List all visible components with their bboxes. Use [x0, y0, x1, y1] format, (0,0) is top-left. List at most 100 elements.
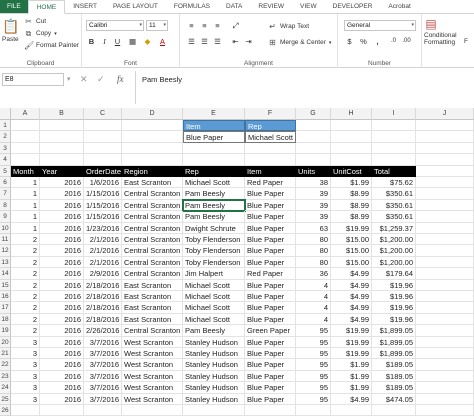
format-painter-button[interactable]: 🖌 Format Painter [24, 41, 79, 50]
table-cell[interactable]: 2/18/2016 [84, 291, 122, 303]
row-header[interactable]: 1 [0, 120, 11, 132]
table-cell[interactable]: 4 [296, 302, 331, 314]
grid-cell[interactable] [183, 154, 245, 166]
selected-cell[interactable]: Pam Beesly [182, 198, 246, 213]
table-cell[interactable]: Blue Paper [245, 222, 296, 234]
table-cell[interactable]: $15.00 [331, 256, 372, 269]
table-cell[interactable]: 1/23/2016 [84, 222, 122, 234]
table-cell[interactable]: $189.05 [372, 382, 416, 394]
table-cell[interactable]: Blue Paper [245, 279, 296, 291]
table-cell[interactable]: 3 [11, 359, 40, 371]
row-header[interactable]: 10 [0, 222, 11, 234]
row-header[interactable]: 26 [0, 405, 11, 417]
row-header[interactable]: 3 [0, 142, 11, 155]
grid-cell[interactable] [416, 302, 474, 314]
table-header-cell[interactable]: Item [245, 165, 296, 177]
table-cell[interactable]: West Scranton [122, 382, 183, 394]
table-cell[interactable]: $19.96 [372, 291, 416, 303]
table-cell[interactable]: 1 [11, 199, 40, 212]
table-cell[interactable]: 39 [296, 188, 331, 200]
row-header[interactable]: 24 [0, 382, 11, 394]
table-cell[interactable]: 3 [11, 348, 40, 360]
table-cell[interactable]: 2/1/2016 [84, 245, 122, 257]
table-cell[interactable]: 2 [11, 268, 40, 280]
grid-cell[interactable] [245, 405, 296, 417]
merge-center-button[interactable]: ⊞ Merge & Center ▾ [268, 38, 331, 47]
table-cell[interactable]: East Scranton [122, 302, 183, 314]
grid-cell[interactable] [183, 405, 245, 417]
increase-indent-icon[interactable]: ⇥ [243, 36, 254, 47]
row-header[interactable]: 5 [0, 165, 11, 177]
table-cell[interactable]: Toby Flenderson [183, 245, 245, 257]
table-cell[interactable]: 1 [11, 188, 40, 200]
table-cell[interactable]: 2016 [40, 177, 84, 189]
table-cell[interactable]: 4 [296, 279, 331, 291]
table-cell[interactable]: 2016 [40, 291, 84, 303]
row-header[interactable]: 6 [0, 177, 11, 189]
table-cell[interactable]: Stanley Hudson [183, 359, 245, 371]
enter-icon[interactable]: ✓ [97, 73, 105, 86]
table-cell[interactable]: Green Paper [245, 325, 296, 337]
table-cell[interactable]: 2016 [40, 234, 84, 246]
table-cell[interactable]: $350.61 [372, 199, 416, 212]
table-cell[interactable]: West Scranton [122, 393, 183, 405]
currency-button[interactable]: $ [344, 36, 355, 47]
grid-cell[interactable] [416, 154, 474, 166]
table-cell[interactable]: 1/15/2016 [84, 188, 122, 200]
table-header-cell[interactable]: Month [11, 165, 40, 177]
table-cell[interactable]: $4.99 [331, 268, 372, 280]
table-cell[interactable]: $1,200.00 [372, 245, 416, 257]
table-cell[interactable]: 39 [296, 199, 331, 212]
table-cell[interactable]: $8.99 [331, 211, 372, 223]
align-top-icon[interactable]: ≡ [186, 20, 197, 31]
table-cell[interactable]: Blue Paper [245, 211, 296, 223]
lookup-rep-value[interactable]: Michael Scott [245, 131, 296, 143]
table-header-cell[interactable]: Total [372, 165, 416, 177]
table-cell[interactable]: 3/7/2016 [84, 348, 122, 360]
table-cell[interactable]: $4.99 [331, 302, 372, 314]
table-cell[interactable]: 2/18/2016 [84, 279, 122, 291]
table-cell[interactable]: $474.05 [372, 393, 416, 405]
table-cell[interactable]: 3/7/2016 [84, 370, 122, 383]
table-cell[interactable]: 2016 [40, 199, 84, 212]
table-cell[interactable]: 2 [11, 256, 40, 269]
table-cell[interactable]: 2016 [40, 393, 84, 405]
table-cell[interactable]: 3 [11, 393, 40, 405]
table-cell[interactable]: $15.00 [331, 234, 372, 246]
table-cell[interactable]: 2 [11, 291, 40, 303]
table-cell[interactable]: Blue Paper [245, 313, 296, 326]
grid-cell[interactable] [416, 268, 474, 280]
format-as-table-button[interactable]: F [464, 38, 468, 45]
grid-cell[interactable] [372, 120, 416, 132]
table-header-cell[interactable]: Units [296, 165, 331, 177]
table-cell[interactable]: 2 [11, 325, 40, 337]
table-cell[interactable]: Michael Scott [183, 177, 245, 189]
row-header[interactable]: 21 [0, 348, 11, 360]
table-cell[interactable]: Pam Beesly [183, 188, 245, 200]
grid-cell[interactable] [122, 142, 183, 155]
grid-cell[interactable] [416, 256, 474, 269]
table-cell[interactable]: 2/18/2016 [84, 302, 122, 314]
grid-cell[interactable] [84, 120, 122, 132]
table-cell[interactable]: Blue Paper [245, 393, 296, 405]
row-header[interactable]: 23 [0, 370, 11, 383]
table-cell[interactable]: Red Paper [245, 177, 296, 189]
grid-cell[interactable] [40, 142, 84, 155]
table-cell[interactable]: Central Scranton [122, 256, 183, 269]
table-cell[interactable]: $1,200.00 [372, 256, 416, 269]
grid-cell[interactable] [416, 393, 474, 405]
table-cell[interactable]: West Scranton [122, 370, 183, 383]
orientation-icon[interactable]: ⤢ [230, 20, 241, 31]
copy-button[interactable]: ⧉ Copy ▾ [24, 29, 57, 38]
table-cell[interactable]: Central Scranton [122, 234, 183, 246]
table-cell[interactable]: 2016 [40, 188, 84, 200]
table-cell[interactable]: $8.99 [331, 188, 372, 200]
grid-cell[interactable] [11, 405, 40, 417]
table-cell[interactable]: 2016 [40, 268, 84, 280]
tab-insert[interactable]: INSERT [65, 0, 105, 13]
table-cell[interactable]: 3/7/2016 [84, 336, 122, 348]
cut-button[interactable]: ✂ Cut [24, 17, 46, 26]
row-header[interactable]: 13 [0, 256, 11, 269]
table-cell[interactable]: 95 [296, 393, 331, 405]
table-cell[interactable]: $1,899.05 [372, 325, 416, 337]
